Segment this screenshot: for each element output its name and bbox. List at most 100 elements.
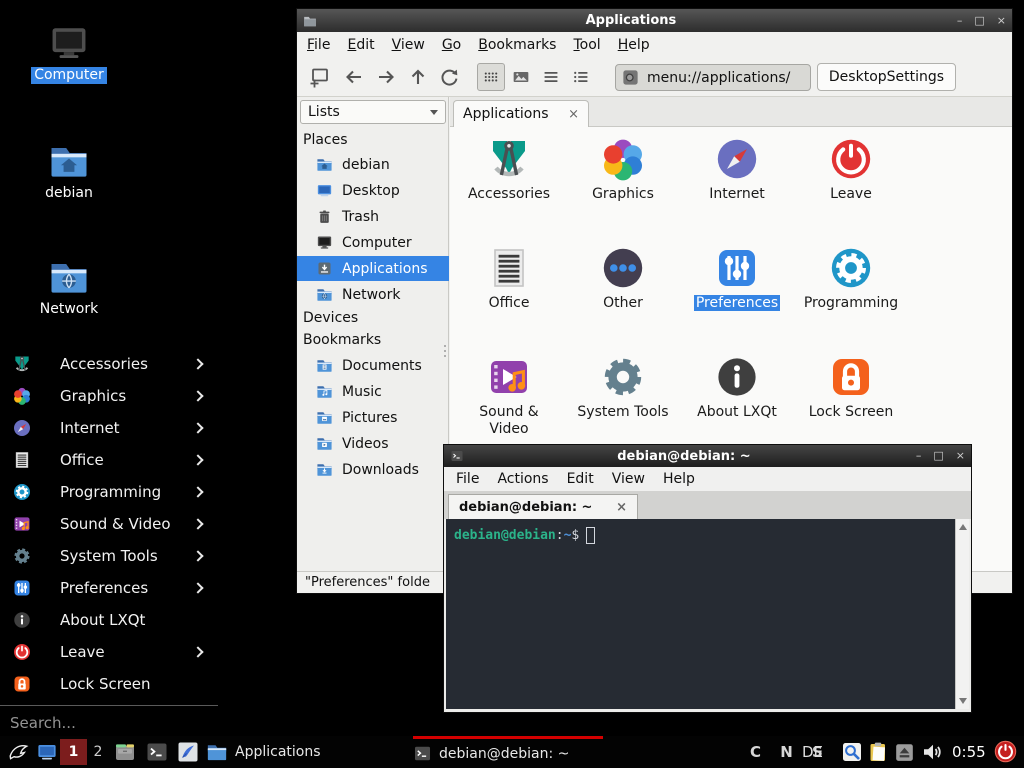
sidebar-item-downloads[interactable]: Downloads — [297, 457, 449, 482]
trash-icon — [316, 208, 333, 225]
workspace-1-button[interactable]: 1 — [60, 739, 87, 765]
screenshot-tray-icon[interactable] — [840, 740, 864, 764]
menu-item-office[interactable]: Office — [0, 444, 218, 476]
fm-menu-help[interactable]: Help — [618, 37, 650, 53]
clipboard-tray-icon[interactable] — [866, 740, 890, 764]
tab-close-icon[interactable]: × — [616, 500, 627, 515]
sidebar-splitter[interactable] — [444, 342, 447, 360]
desktop-settings-button[interactable]: DesktopSettings — [817, 63, 956, 91]
up-icon[interactable] — [406, 65, 430, 89]
menu-item-internet[interactable]: Internet — [0, 412, 218, 444]
terminal-close-button[interactable]: × — [956, 450, 965, 462]
submenu-chevron-icon — [192, 390, 203, 401]
menu-item-leave[interactable]: Leave — [0, 636, 218, 668]
fm-maximize-button[interactable]: □ — [974, 15, 984, 27]
terminal-minimize-button[interactable]: – — [916, 450, 922, 462]
lxqt-menu-button[interactable] — [6, 740, 30, 764]
terminal-menu-file[interactable]: File — [456, 471, 479, 487]
terminal-titlebar[interactable]: debian@debian: ~ – □ × — [444, 445, 971, 467]
scroll-down-icon[interactable] — [959, 698, 967, 704]
menu-item-lock-screen[interactable]: Lock Screen — [0, 668, 218, 700]
terminal-scrollbar[interactable] — [955, 519, 969, 709]
sidebar-mode-combo[interactable]: Lists — [300, 100, 446, 124]
sidebar-item-applications[interactable]: Applications — [297, 256, 449, 281]
terminal-menu-view[interactable]: View — [612, 471, 645, 487]
grid-item-about-lxqt[interactable]: About LXQt — [680, 353, 794, 421]
grid-item-graphics[interactable]: Graphics — [566, 135, 680, 203]
fm-menu-file[interactable]: File — [307, 37, 330, 53]
fm-menu-bookmarks[interactable]: Bookmarks — [478, 37, 556, 53]
icon-view-button[interactable] — [477, 63, 505, 91]
new-tab-icon[interactable] — [307, 65, 331, 89]
tab-close-icon[interactable]: × — [568, 107, 579, 122]
terminal-maximize-button[interactable]: □ — [933, 450, 943, 462]
show-desktop-button[interactable] — [36, 740, 58, 764]
fm-menu-go[interactable]: Go — [442, 37, 461, 53]
menu-item-sound-video[interactable]: Sound & Video — [0, 508, 218, 540]
scroll-up-icon[interactable] — [959, 524, 967, 530]
grid-item-other[interactable]: Other — [566, 244, 680, 312]
workspace-2-button[interactable]: 2 — [90, 739, 106, 765]
sidebar-item-pictures[interactable]: Pictures — [297, 405, 449, 430]
sidebar-item-network[interactable]: Network — [297, 282, 449, 307]
terminal-menu-actions[interactable]: Actions — [497, 471, 548, 487]
fm-tab-applications[interactable]: Applications × — [453, 100, 589, 127]
featherpad-launcher[interactable] — [176, 740, 200, 764]
reload-icon[interactable] — [437, 65, 461, 89]
file-manager-launcher[interactable] — [113, 740, 137, 764]
terminal-menu-help[interactable]: Help — [663, 471, 695, 487]
fm-menu-edit[interactable]: Edit — [347, 37, 374, 53]
sound-video-icon — [12, 514, 32, 534]
desktop-icon-debian[interactable]: debian — [20, 140, 118, 202]
preferences-icon — [713, 244, 761, 292]
sidebar-item-trash[interactable]: Trash — [297, 204, 449, 229]
path-bar[interactable]: menu://applications/ — [615, 64, 811, 91]
desktop-icon-network[interactable]: Network — [20, 256, 118, 318]
grid-item-preferences[interactable]: Preferences — [680, 244, 794, 312]
detailed-view-button[interactable] — [567, 63, 595, 91]
grid-item-internet[interactable]: Internet — [680, 135, 794, 203]
desktop-icon-computer[interactable]: Computer — [20, 22, 118, 84]
menu-item-preferences[interactable]: Preferences — [0, 572, 218, 604]
grid-item-accessories[interactable]: Accessories — [452, 135, 566, 203]
terminal-window-title: debian@debian: ~ — [464, 449, 904, 464]
volume-tray-icon[interactable] — [921, 740, 945, 764]
menu-item-accessories[interactable]: Accessories — [0, 348, 218, 380]
menu-item-system-tools[interactable]: System Tools — [0, 540, 218, 572]
terminal-menu-edit[interactable]: Edit — [567, 471, 594, 487]
grid-item-programming[interactable]: Programming — [794, 244, 908, 312]
back-icon[interactable] — [342, 65, 366, 89]
menu-item-programming[interactable]: Programming — [0, 476, 218, 508]
fm-minimize-button[interactable]: – — [957, 15, 963, 27]
terminal-tab[interactable]: debian@debian: ~ × — [448, 494, 638, 519]
grid-item-office[interactable]: Office — [452, 244, 566, 312]
thumbnail-view-button[interactable] — [507, 63, 535, 91]
fm-titlebar[interactable]: Applications – □ × — [297, 9, 1012, 32]
menu-item-graphics[interactable]: Graphics — [0, 380, 218, 412]
sidebar-item-computer[interactable]: Computer — [297, 230, 449, 255]
grid-item-leave[interactable]: Leave — [794, 135, 908, 203]
sidebar-item-debian[interactable]: debian — [297, 152, 449, 177]
fm-close-button[interactable]: × — [997, 15, 1006, 27]
terminal-launcher[interactable] — [145, 740, 169, 764]
terminal-tab-label: debian@debian: ~ — [459, 500, 592, 515]
compact-view-button[interactable] — [537, 63, 565, 91]
forward-icon[interactable] — [374, 65, 398, 89]
menu-item-about-lxqt[interactable]: About LXQt — [0, 604, 218, 636]
fm-menu-view[interactable]: View — [392, 37, 425, 53]
grid-item-lock-screen[interactable]: Lock Screen — [794, 353, 908, 421]
sidebar-item-videos[interactable]: Videos — [297, 431, 449, 456]
sidebar-item-documents[interactable]: Documents — [297, 353, 449, 378]
task-button-terminal[interactable]: debian@debian: ~ — [413, 736, 603, 768]
grid-item-sound-video[interactable]: Sound & Video — [452, 353, 566, 438]
eject-tray-icon[interactable] — [894, 742, 915, 763]
clock[interactable]: 0:55 — [952, 736, 986, 768]
task-button-applications[interactable]: Applications — [206, 736, 406, 768]
keyboard-layout-indicator[interactable]: DE — [802, 736, 823, 768]
fm-menu-tool[interactable]: Tool — [573, 37, 600, 53]
sidebar-item-music[interactable]: Music — [297, 379, 449, 404]
grid-item-system-tools[interactable]: System Tools — [566, 353, 680, 421]
terminal-viewport[interactable]: debian@debian:~$ — [446, 519, 969, 709]
power-button[interactable] — [993, 739, 1018, 764]
sidebar-item-desktop[interactable]: Desktop — [297, 178, 449, 203]
